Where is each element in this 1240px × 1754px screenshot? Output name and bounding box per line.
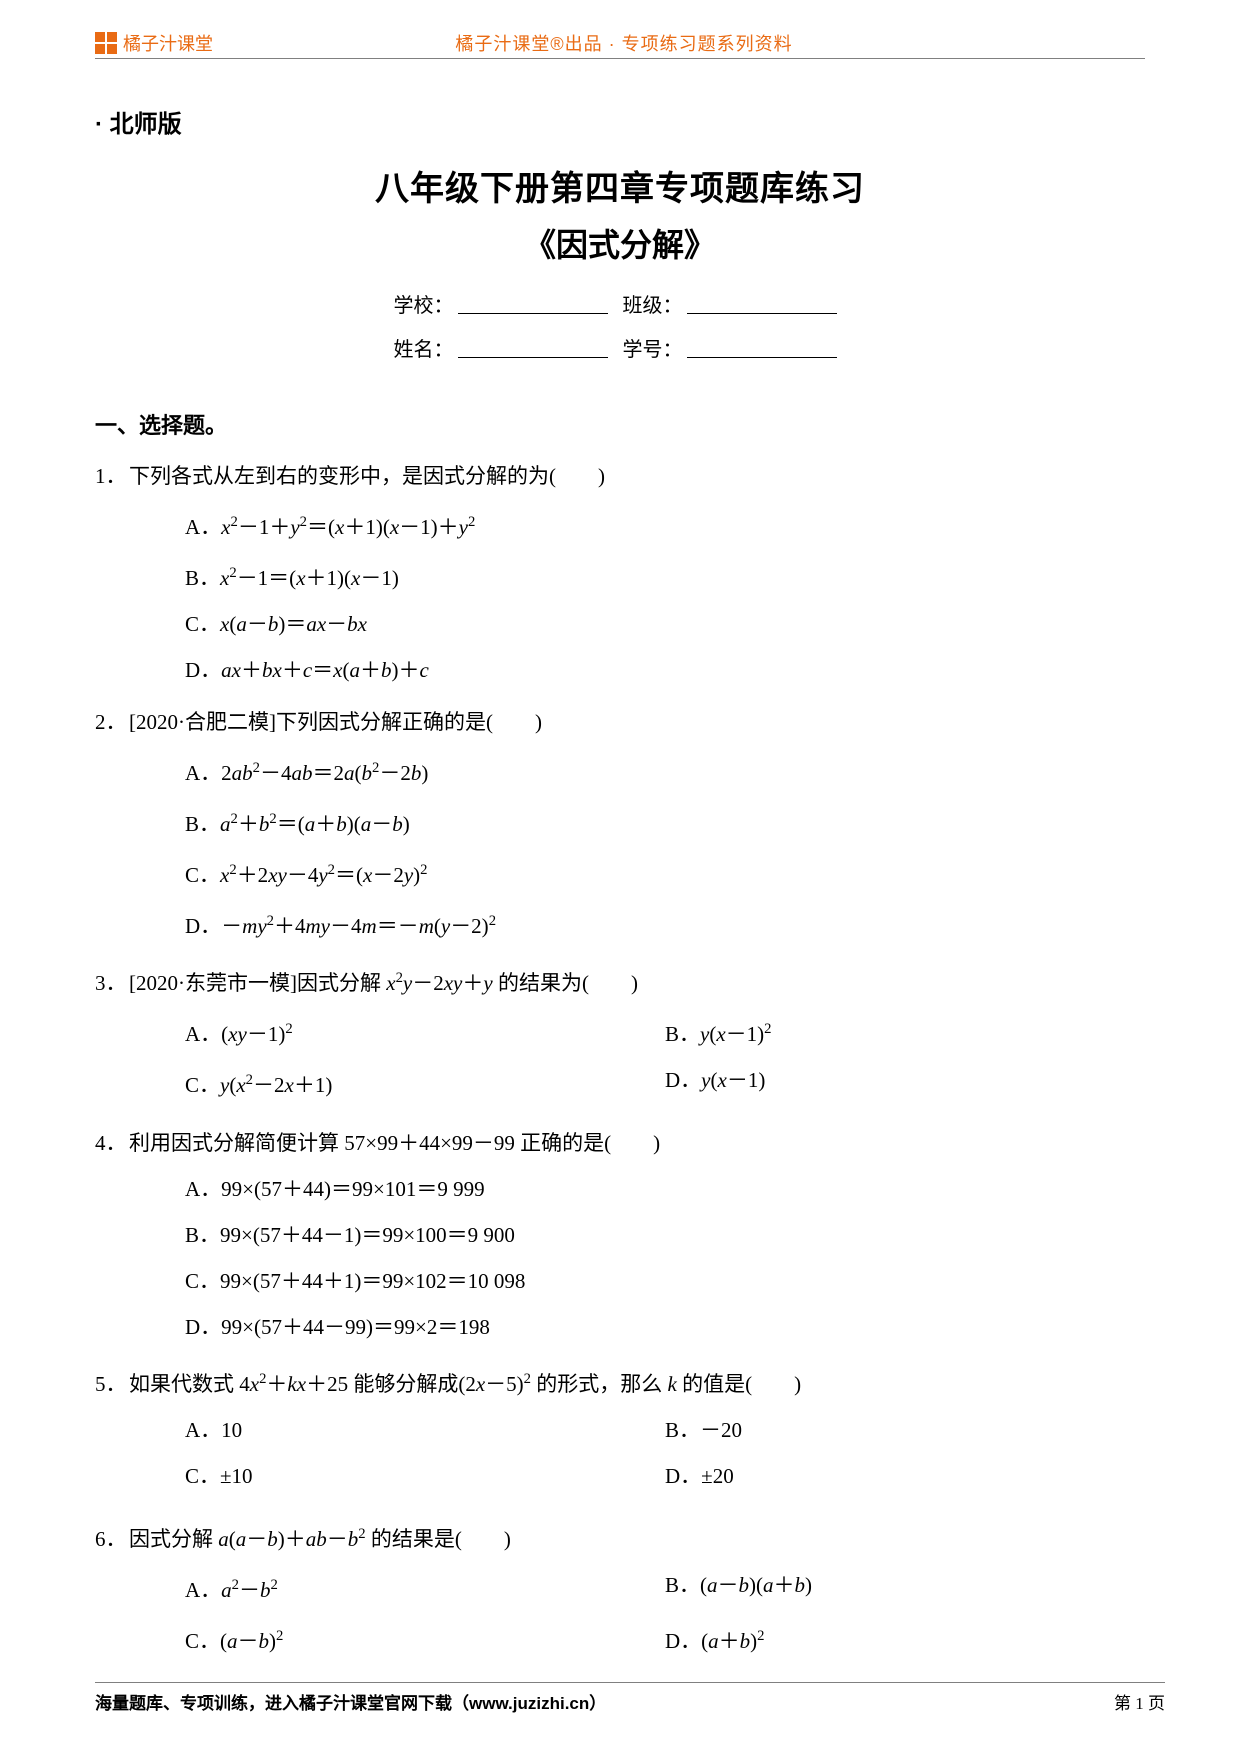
class-label: 班级： [623, 295, 683, 317]
q5-option-d[interactable]: D．±20 [665, 1456, 1145, 1496]
q2-option-c[interactable]: C．x2＋2xy－4y2＝(x－2y)2 [185, 850, 1145, 895]
question-2: 2．[2020·合肥二模]下列因式分解正确的是( ) A．2ab2－4ab＝2a… [95, 702, 1145, 946]
q1-stem: 下列各式从左到右的变形中，是因式分解的为( ) [129, 464, 605, 488]
q3-number: 3． [95, 963, 129, 1003]
question-5: 5．如果代数式 4x2＋kx＋25 能够分解成(2x－5)2 的形式，那么 k … [95, 1359, 1145, 1502]
main-title: 八年级下册第四章专项题库练习 [95, 161, 1145, 210]
school-label: 学校： [394, 295, 454, 317]
section-heading: 一、选择题。 [95, 408, 1145, 440]
q4-option-d[interactable]: D．99×(57＋44－99)＝99×2＝198 [185, 1307, 1145, 1347]
name-blank[interactable] [458, 340, 608, 358]
brand-logo: 橘子汁课堂 [95, 30, 213, 56]
q6-option-c[interactable]: C．(a－b)2 [185, 1616, 665, 1661]
q2-option-d[interactable]: D．－my2＋4my－4m＝－m(y－2)2 [185, 901, 1145, 946]
page-footer: 海量题库、专项训练，进入橘子汁课堂官网下载（www.juzizhi.cn） 第 … [95, 1682, 1165, 1714]
q4-number: 4． [95, 1123, 129, 1163]
id-blank[interactable] [687, 340, 837, 358]
question-1: 1．下列各式从左到右的变形中，是因式分解的为( ) A．x2－1＋y2＝(x＋1… [95, 456, 1145, 690]
q3-option-b[interactable]: B．y(x－1)2 [665, 1009, 1145, 1054]
q5-number: 5． [95, 1364, 129, 1404]
page-number: 第 1 页 [1114, 1689, 1165, 1714]
q1-option-c[interactable]: C．x(a－b)＝ax－bx [185, 604, 1145, 644]
logo-icon [95, 32, 117, 54]
brand-name: 橘子汁课堂 [123, 30, 213, 56]
q6-option-b[interactable]: B．(a－b)(a＋b) [665, 1565, 1145, 1610]
q5-option-b[interactable]: B．－20 [665, 1410, 1145, 1450]
id-label: 学号： [623, 339, 683, 361]
name-label: 姓名： [394, 339, 454, 361]
q1-option-a[interactable]: A．x2－1＋y2＝(x＋1)(x－1)＋y2 [185, 502, 1145, 547]
student-info: 学校： 班级： 姓名： 学号： [95, 284, 1145, 372]
q1-option-b[interactable]: B．x2－1＝(x＋1)(x－1) [185, 553, 1145, 598]
q2-option-a[interactable]: A．2ab2－4ab＝2a(b2－2b) [185, 748, 1145, 793]
q1-number: 1． [95, 456, 129, 496]
q3-option-d[interactable]: D．y(x－1) [665, 1060, 1145, 1105]
q4-option-c[interactable]: C．99×(57＋44＋1)＝99×102＝10 098 [185, 1261, 1145, 1301]
q2-stem: [2020·合肥二模]下列因式分解正确的是( ) [129, 710, 542, 734]
q4-option-a[interactable]: A．99×(57＋44)＝99×101＝9 999 [185, 1169, 1145, 1209]
sub-title: 《因式分解》 [95, 220, 1145, 266]
q6-number: 6． [95, 1519, 129, 1559]
q4-option-b[interactable]: B．99×(57＋44－1)＝99×100＝9 900 [185, 1215, 1145, 1255]
class-blank[interactable] [687, 296, 837, 314]
q2-number: 2． [95, 702, 129, 742]
edition-label: · 北师版 [95, 104, 1145, 139]
school-blank[interactable] [458, 296, 608, 314]
page-header: 橘子汁课堂 橘子汁课堂®出品 · 专项练习题系列资料 [95, 30, 1145, 59]
q6-option-a[interactable]: A．a2－b2 [185, 1565, 665, 1610]
q3-option-c[interactable]: C．y(x2－2x＋1) [185, 1060, 665, 1105]
footer-left: 海量题库、专项训练，进入橘子汁课堂官网下载（www.juzizhi.cn） [95, 1689, 606, 1714]
q4-stem: 利用因式分解简便计算 57×99＋44×99－99 正确的是( ) [129, 1131, 660, 1155]
question-3: 3．[2020·东莞市一模]因式分解 x2y－2xy＋y 的结果为( ) A．(… [95, 958, 1145, 1111]
q5-option-a[interactable]: A．10 [185, 1410, 665, 1450]
q6-option-d[interactable]: D．(a＋b)2 [665, 1616, 1145, 1661]
q3-option-a[interactable]: A．(xy－1)2 [185, 1009, 665, 1054]
q1-option-d[interactable]: D．ax＋bx＋c＝x(a＋b)＋c [185, 650, 1145, 690]
q5-option-c[interactable]: C．±10 [185, 1456, 665, 1496]
header-subtitle: 橘子汁课堂®出品 · 专项练习题系列资料 [213, 30, 1145, 56]
question-4: 4．利用因式分解简便计算 57×99＋44×99－99 正确的是( ) A．99… [95, 1123, 1145, 1347]
q2-option-b[interactable]: B．a2＋b2＝(a＋b)(a－b) [185, 799, 1145, 844]
question-6: 6．因式分解 a(a－b)＋ab－b2 的结果是( ) A．a2－b2 B．(a… [95, 1514, 1145, 1667]
